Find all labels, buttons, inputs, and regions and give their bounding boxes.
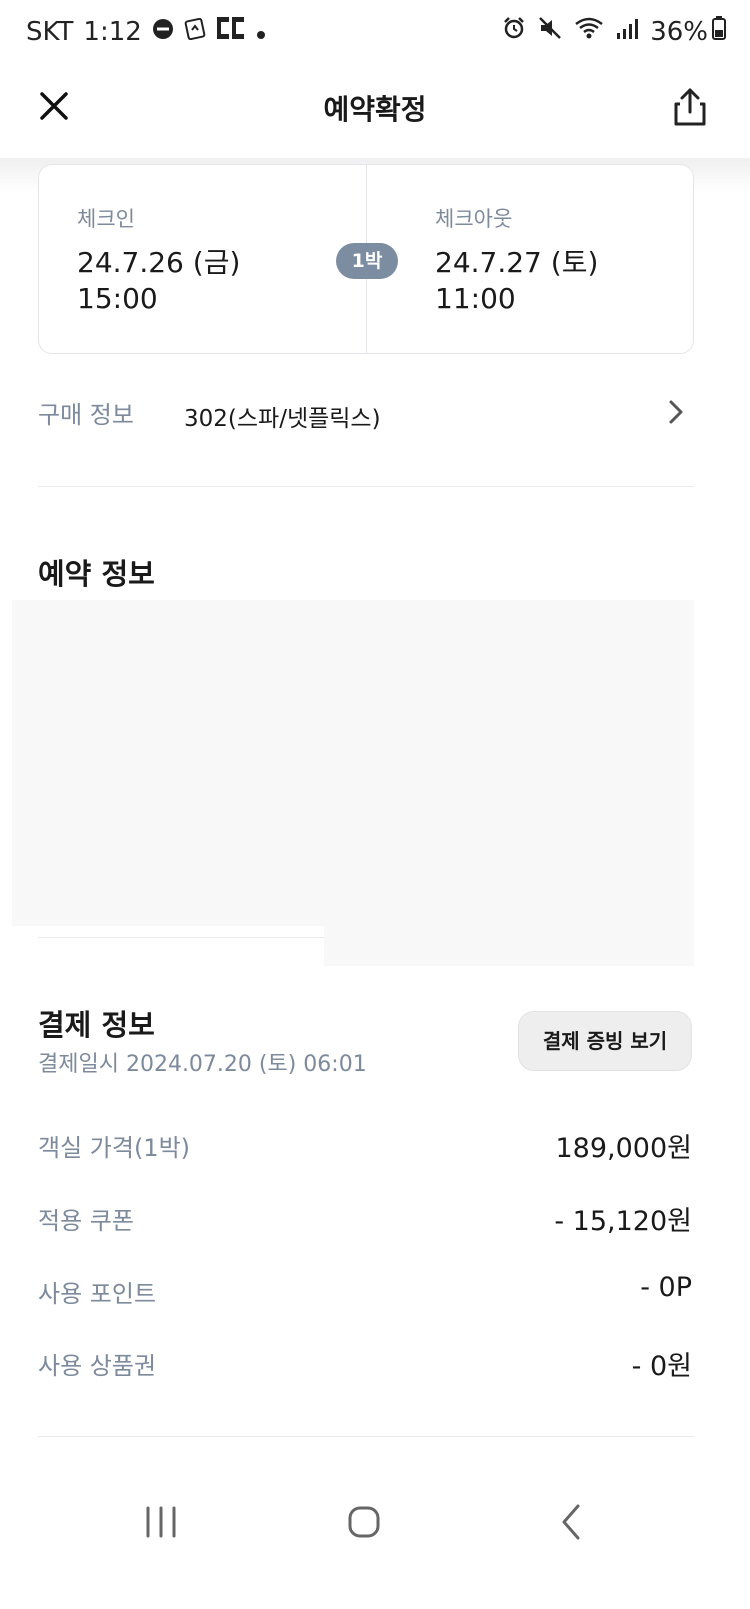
checkout-label: 체크아웃 <box>435 207 513 231</box>
checkin-block: 체크인 24.7.26 (금) 15:00 <box>77 203 240 317</box>
dot-icon <box>256 17 266 47</box>
wifi-icon <box>574 16 604 47</box>
battery-percent: 36% <box>650 16 708 47</box>
back-button[interactable] <box>546 1500 596 1544</box>
price-row: 객실 가격(1박) 189,000원 <box>38 1124 694 1164</box>
screen: SKT 1:12 36% 예약확정 체크인 24.7.26 (금) 15:00 … <box>0 0 750 1609</box>
payment-info-title: 결제 정보 <box>38 1008 155 1042</box>
checkout-time: 11:00 <box>435 282 516 315</box>
nights-badge: 1박 <box>336 243 398 279</box>
price-row: 사용 포인트 - 0P <box>38 1270 694 1310</box>
price-row-value: - 15,120원 <box>554 1206 692 1237</box>
app-notification-icon <box>216 16 246 47</box>
chevron-right-icon <box>669 400 683 424</box>
system-nav-bar <box>0 1480 750 1570</box>
home-icon <box>348 1506 380 1538</box>
view-receipt-button[interactable]: 결제 증빙 보기 <box>518 1011 692 1071</box>
app-header: 예약확정 <box>0 66 750 158</box>
alarm-icon <box>502 16 526 47</box>
price-row-label: 적용 쿠폰 <box>38 1207 134 1235</box>
app-notification-icon <box>184 17 206 47</box>
status-left: SKT 1:12 <box>26 16 266 47</box>
checkin-date: 24.7.26 (금) <box>77 246 241 279</box>
price-row-value: - 0P <box>640 1272 692 1303</box>
price-row-label: 객실 가격(1박) <box>38 1134 191 1162</box>
recent-apps-icon <box>146 1506 176 1538</box>
redacted-area <box>324 600 694 966</box>
share-button[interactable] <box>670 86 710 128</box>
share-icon <box>674 88 706 126</box>
divider <box>38 937 324 938</box>
divider <box>38 486 694 487</box>
home-button[interactable] <box>339 1500 389 1544</box>
price-row-value: - 0원 <box>631 1351 692 1382</box>
redacted-area <box>12 600 324 926</box>
clock: 1:12 <box>83 16 142 47</box>
divider <box>38 1436 694 1437</box>
price-row: 사용 상품권 - 0원 <box>38 1342 694 1382</box>
checkout-date: 24.7.27 (토) <box>435 246 599 279</box>
price-row-value: 189,000원 <box>555 1133 693 1164</box>
status-right: 36% <box>490 16 726 47</box>
mute-icon <box>538 16 562 47</box>
price-row-label: 사용 상품권 <box>38 1352 157 1380</box>
signal-icon <box>616 17 639 47</box>
battery-icon <box>712 16 726 47</box>
dnd-icon <box>152 17 174 47</box>
recent-apps-button[interactable] <box>136 1500 186 1544</box>
purchase-info-label: 구매 정보 <box>38 401 134 429</box>
checkout-block: 체크아웃 24.7.27 (토) 11:00 <box>435 203 598 317</box>
page-title: 예약확정 <box>323 93 427 126</box>
carrier-name: SKT <box>26 16 74 47</box>
purchase-info-value: 302(스파/넷플릭스) <box>184 406 381 432</box>
payment-date: 결제일시 2024.07.20 (토) 06:01 <box>38 1052 367 1077</box>
checkin-checkout-card: 체크인 24.7.26 (금) 15:00 1박 체크아웃 24.7.27 (토… <box>38 164 694 354</box>
reservation-info-title: 예약 정보 <box>38 557 155 591</box>
status-bar: SKT 1:12 36% <box>0 0 750 66</box>
checkin-time: 15:00 <box>77 282 158 315</box>
back-icon <box>562 1504 580 1540</box>
price-row-label: 사용 포인트 <box>38 1280 157 1308</box>
price-row: 적용 쿠폰 - 15,120원 <box>38 1197 694 1237</box>
purchase-info-row[interactable]: 구매 정보 302(스파/넷플릭스) <box>38 393 694 433</box>
checkin-label: 체크인 <box>77 207 135 231</box>
